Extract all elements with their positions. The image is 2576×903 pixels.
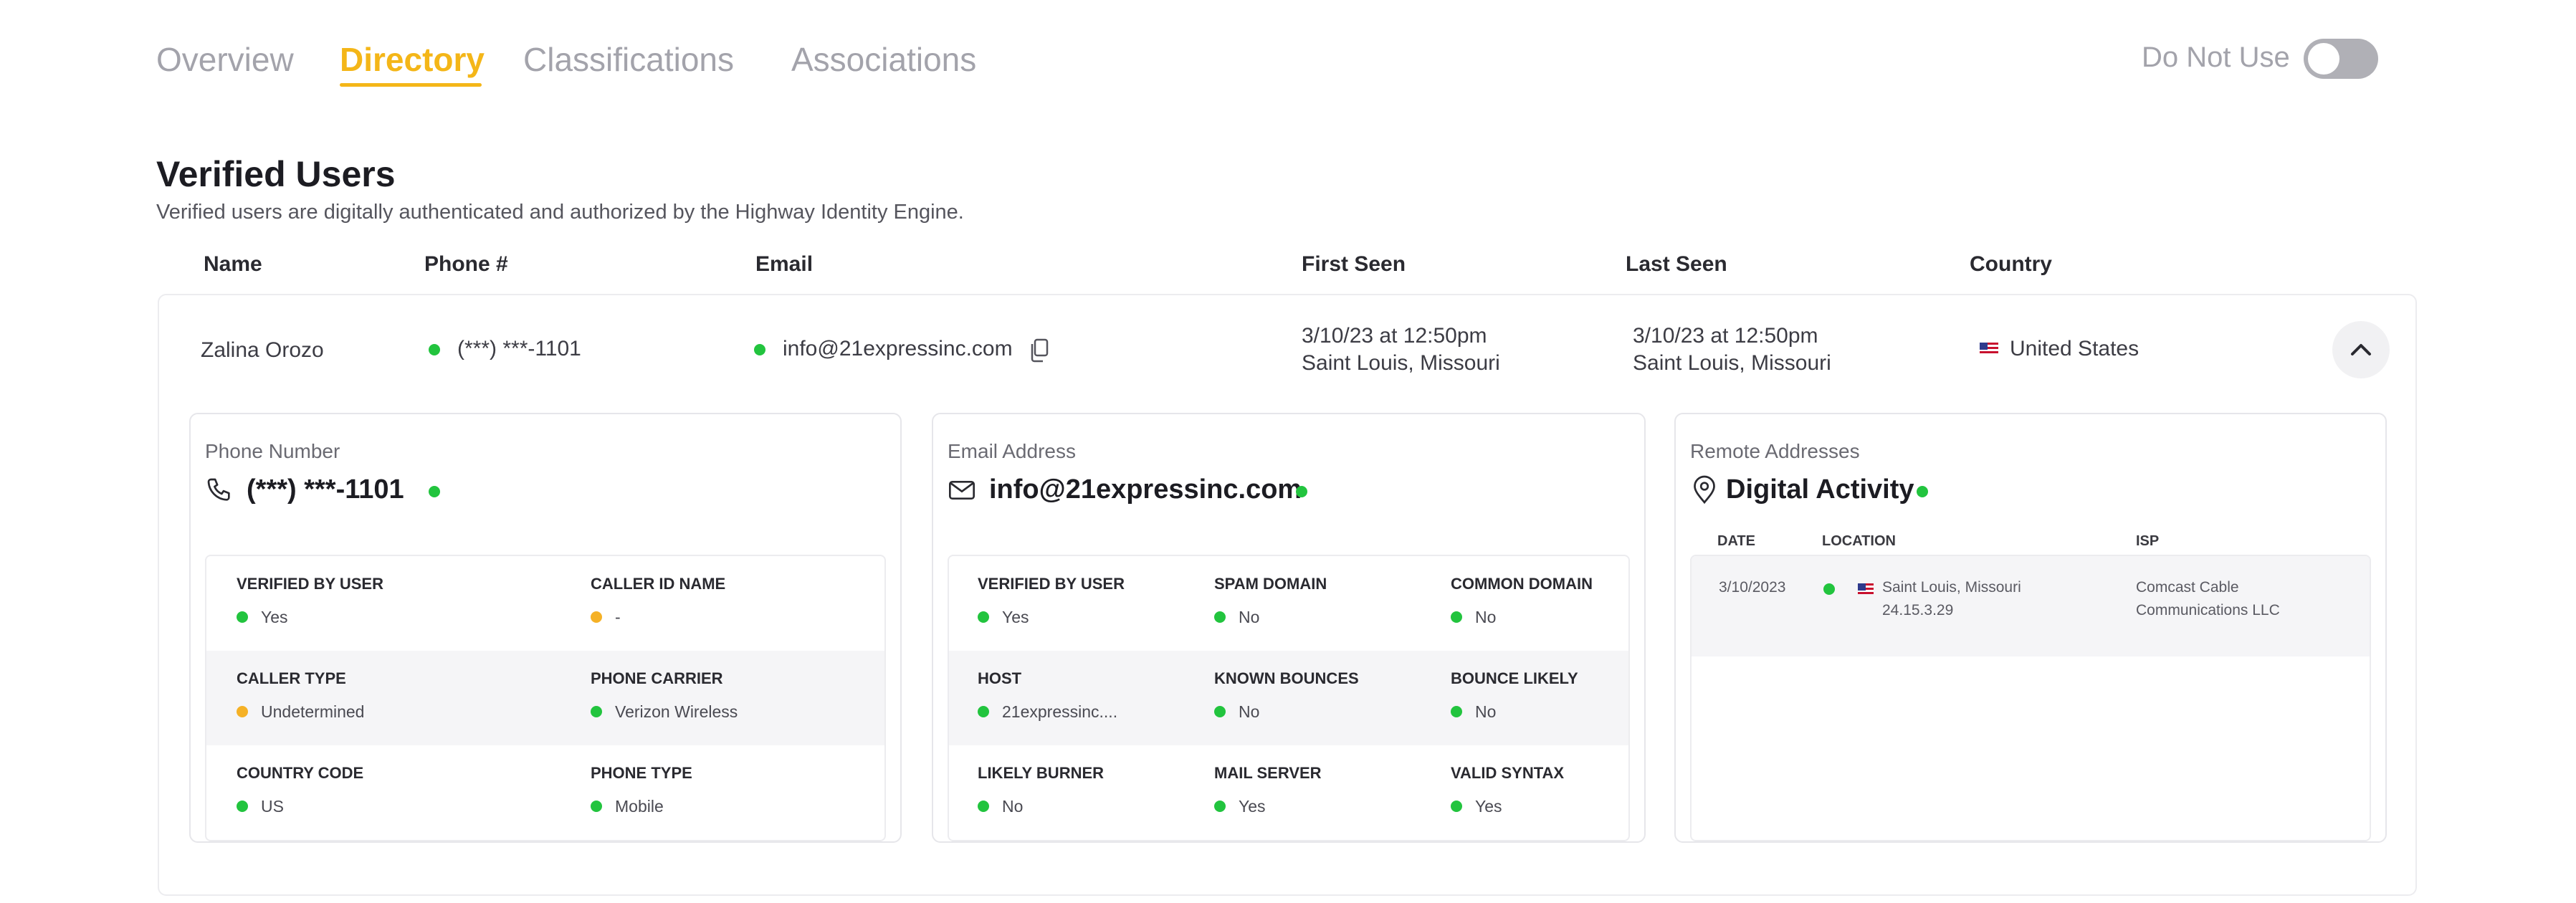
field-label: CALLER TYPE <box>237 669 346 687</box>
field-value: No <box>1214 702 1259 722</box>
field-label: VERIFIED BY USER <box>978 575 1125 593</box>
last-seen-time: 3/10/23 at 12:50pm <box>1633 324 1818 348</box>
activity-header-isp: ISP <box>2136 533 2160 549</box>
tab-directory[interactable]: Directory <box>340 40 485 79</box>
remote-addresses-panel: Remote Addresses Digital Activity DATE L… <box>1674 413 2387 843</box>
field-value: Yes <box>978 608 1029 627</box>
field-label: MAIL SERVER <box>1214 764 1322 782</box>
phone-panel-label: Phone Number <box>205 440 340 462</box>
field-label: VALID SYNTAX <box>1451 764 1565 782</box>
activity-isp: Comcast Cable <box>2136 579 2239 596</box>
section-title: Verified Users <box>156 154 396 194</box>
phone-panel-title: (***) ***-1101 <box>247 474 404 505</box>
do-not-use-label: Do Not Use <box>2142 42 2290 73</box>
tab-classifications[interactable]: Classifications <box>523 40 734 79</box>
us-flag-icon <box>1858 583 1874 594</box>
field-label: HOST <box>978 669 1022 687</box>
activity-status-dot <box>1823 583 1835 595</box>
activity-date: 3/10/2023 <box>1719 579 1786 596</box>
column-header-last-seen: Last Seen <box>1626 252 1727 276</box>
field-label: KNOWN BOUNCES <box>1214 669 1359 687</box>
column-header-name: Name <box>204 252 262 276</box>
activity-header-date: DATE <box>1717 533 1755 549</box>
field-value: No <box>978 797 1023 816</box>
do-not-use-toggle[interactable] <box>2304 39 2378 79</box>
field-label: CALLER ID NAME <box>591 575 726 593</box>
remote-panel-status-dot <box>1917 486 1928 497</box>
active-tab-indicator <box>340 83 482 87</box>
field-value: Mobile <box>591 797 664 816</box>
collapse-button[interactable] <box>2332 321 2390 378</box>
user-email: info@21expressinc.com <box>783 337 1013 360</box>
field-value: Yes <box>1451 797 1502 816</box>
activity-location: Saint Louis, Missouri <box>1882 579 2021 596</box>
copy-icon[interactable] <box>1029 338 1049 363</box>
user-phone: (***) ***-1101 <box>457 337 581 360</box>
remote-panel-title: Digital Activity <box>1726 474 1914 505</box>
field-value: No <box>1451 702 1496 722</box>
email-details-grid: VERIFIED BY USER Yes SPAM DOMAIN No COMM… <box>948 555 1630 841</box>
column-header-first-seen: First Seen <box>1302 252 1406 276</box>
location-pin-icon <box>1694 475 1715 505</box>
field-label: COMMON DOMAIN <box>1451 575 1593 593</box>
phone-icon <box>207 478 230 501</box>
activity-header-location: LOCATION <box>1822 533 1896 549</box>
tab-associations[interactable]: Associations <box>791 40 976 79</box>
toggle-knob <box>2308 43 2339 75</box>
field-label: VERIFIED BY USER <box>237 575 383 593</box>
email-panel-status-dot <box>1296 486 1307 497</box>
phone-details-grid: VERIFIED BY USER Yes CALLER ID NAME - CA… <box>205 555 886 841</box>
last-seen-place: Saint Louis, Missouri <box>1633 351 1831 375</box>
field-value: - <box>591 608 621 627</box>
field-value: Undetermined <box>237 702 364 722</box>
activity-table: 3/10/2023 Saint Louis, Missouri 24.15.3.… <box>1690 555 2371 841</box>
section-subtitle: Verified users are digitally authenticat… <box>156 201 964 224</box>
chevron-up-icon <box>2351 344 2371 355</box>
field-value: No <box>1214 608 1259 627</box>
column-header-phone: Phone # <box>424 252 508 276</box>
phone-panel-status-dot <box>429 486 440 497</box>
activity-ip: 24.15.3.29 <box>1882 602 1954 618</box>
field-label: PHONE CARRIER <box>591 669 723 687</box>
field-label: BOUNCE LIKELY <box>1451 669 1578 687</box>
email-panel-label: Email Address <box>948 440 1076 462</box>
column-header-country: Country <box>1970 252 2052 276</box>
field-label: PHONE TYPE <box>591 764 692 782</box>
field-value: Yes <box>1214 797 1266 816</box>
tab-overview[interactable]: Overview <box>156 40 294 79</box>
us-flag-icon <box>1980 343 1998 355</box>
phone-status-dot <box>429 344 440 355</box>
field-value: Verizon Wireless <box>591 702 738 722</box>
activity-isp: Communications LLC <box>2136 602 2280 618</box>
user-name: Zalina Orozo <box>201 338 324 362</box>
field-label: SPAM DOMAIN <box>1214 575 1327 593</box>
mail-icon <box>949 481 975 500</box>
remote-panel-label: Remote Addresses <box>1690 440 1860 462</box>
email-status-dot <box>754 344 765 355</box>
email-panel-title: info@21expressinc.com <box>989 474 1302 505</box>
field-label: COUNTRY CODE <box>237 764 364 782</box>
user-country: United States <box>2010 337 2139 360</box>
first-seen-place: Saint Louis, Missouri <box>1302 351 1500 375</box>
first-seen-time: 3/10/23 at 12:50pm <box>1302 324 1487 348</box>
field-label: LIKELY BURNER <box>978 764 1105 782</box>
field-value: Yes <box>237 608 288 627</box>
column-header-email: Email <box>755 252 814 276</box>
field-value: No <box>1451 608 1496 627</box>
field-value: US <box>237 797 284 816</box>
field-value: 21expressinc.... <box>978 702 1117 722</box>
phone-number-panel: Phone Number (***) ***-1101 VERIFIED BY … <box>189 413 902 843</box>
email-address-panel: Email Address info@21expressinc.com VERI… <box>932 413 1646 843</box>
